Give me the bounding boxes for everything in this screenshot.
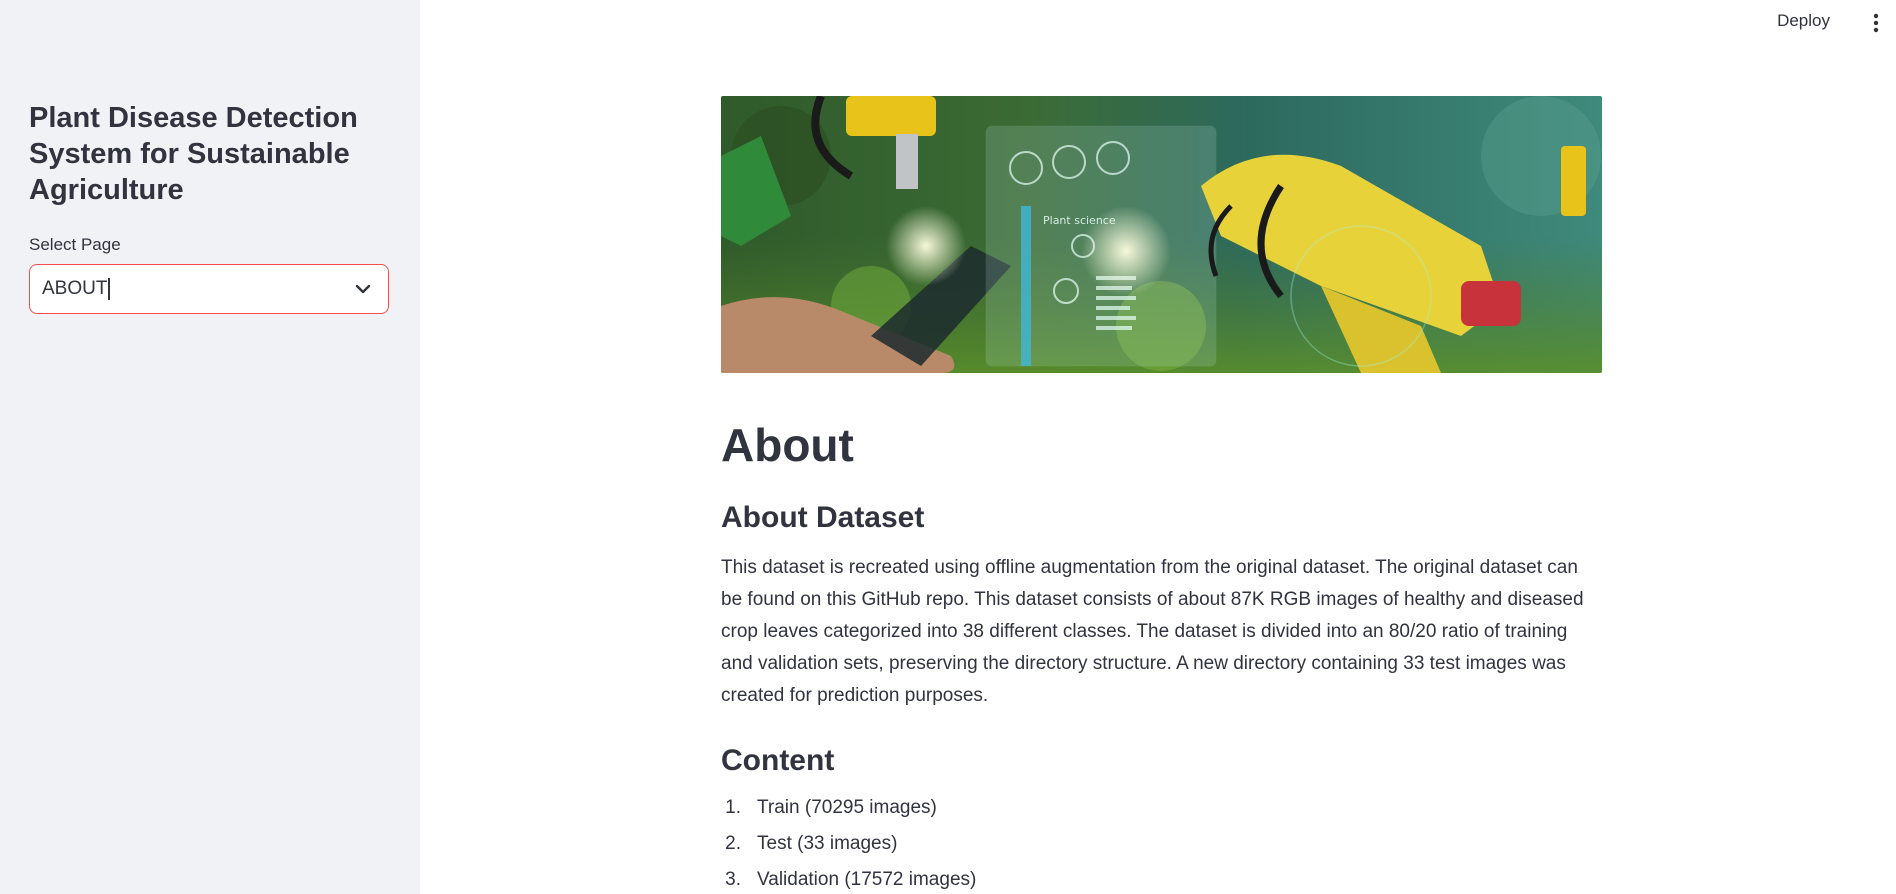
deploy-button[interactable]: Deploy bbox=[1777, 11, 1830, 31]
list-item-number: 2. bbox=[725, 833, 741, 854]
page-select[interactable]: ABOUT bbox=[29, 264, 389, 314]
top-toolbar: Deploy bbox=[420, 0, 1896, 44]
sidebar: Plant Disease Detection System for Susta… bbox=[0, 0, 420, 894]
hero-image: Plant science bbox=[721, 96, 1602, 373]
list-item-number: 1. bbox=[725, 797, 741, 818]
dataset-heading: About Dataset bbox=[721, 501, 925, 534]
chevron-down-icon[interactable] bbox=[354, 280, 372, 298]
list-item: 1. Train (70295 images) bbox=[721, 790, 1602, 826]
select-page-label: Select Page bbox=[29, 235, 121, 254]
content-list: 1. Train (70295 images) 2. Test (33 imag… bbox=[721, 790, 1602, 894]
app-title: Plant Disease Detection System for Susta… bbox=[29, 102, 358, 206]
page-title: About bbox=[721, 419, 854, 471]
page-select-value[interactable]: ABOUT bbox=[42, 278, 107, 300]
list-item-text: Test (33 images) bbox=[757, 833, 898, 854]
list-item: 3. Validation (17572 images) bbox=[721, 862, 1602, 894]
kebab-menu-icon[interactable] bbox=[1872, 12, 1880, 34]
list-item-text: Train (70295 images) bbox=[757, 797, 937, 818]
list-item: 2. Test (33 images) bbox=[721, 826, 1602, 862]
main-content: Plant science About About Dataset This d… bbox=[721, 96, 1602, 894]
list-item-text: Validation (17572 images) bbox=[757, 869, 977, 890]
dataset-description: This dataset is recreated using offline … bbox=[721, 557, 1584, 706]
content-heading: Content bbox=[721, 744, 835, 777]
text-caret bbox=[108, 278, 110, 300]
list-item-number: 3. bbox=[725, 869, 741, 890]
